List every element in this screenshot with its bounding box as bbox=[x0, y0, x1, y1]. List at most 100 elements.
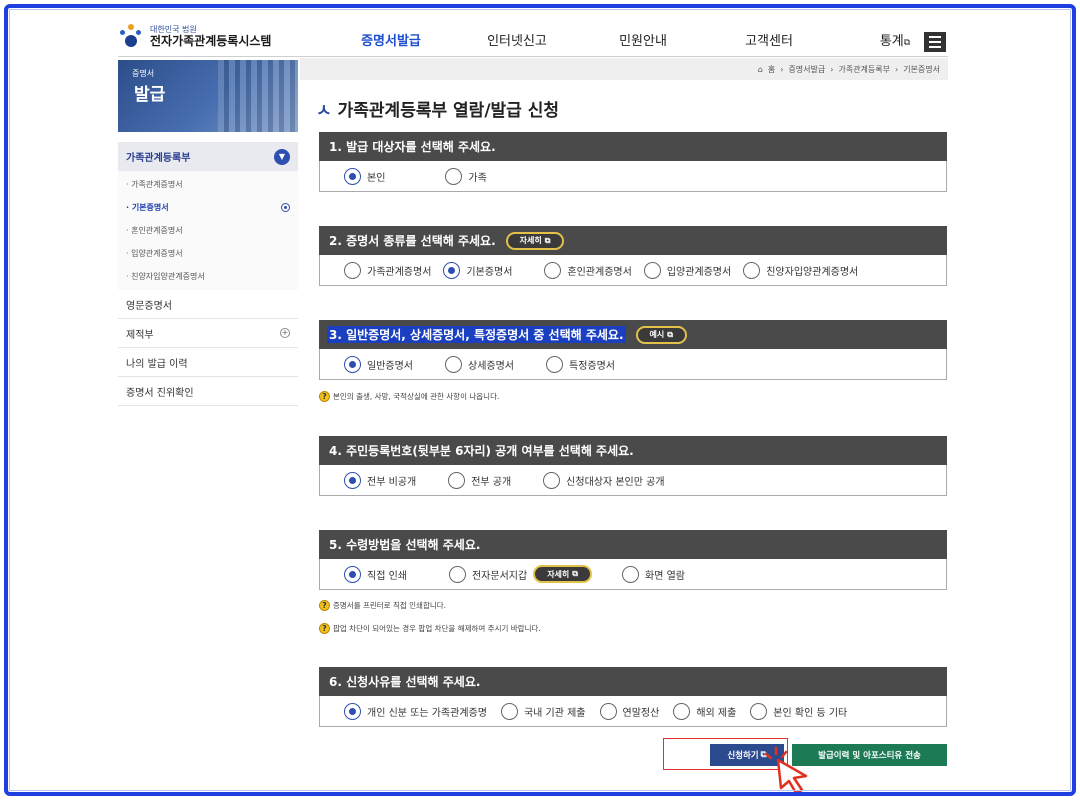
nav-certificate-issue[interactable]: 증명서발급 bbox=[328, 30, 454, 49]
radio-all-public[interactable]: 전부 공개 bbox=[448, 471, 511, 489]
breadcrumb-home[interactable]: 홈 bbox=[768, 64, 775, 75]
section-options: 개인 신분 또는 가족관계증명 국내 기관 제출 연말정산 해외 제출 본인 확… bbox=[319, 696, 947, 727]
e-wallet-detail-button[interactable]: 자세히 ⧉ bbox=[533, 565, 592, 583]
hint-note: ? 본인의 출생, 사망, 국적상실에 관한 사항이 나옵니다. bbox=[319, 391, 499, 402]
radio-e-wallet[interactable]: 전자문서지갑 bbox=[448, 565, 527, 583]
sidebar-menu: 가족관계등록부 ▼ · 가족관계증명서 · 기본증명서 · 혼인관계증명서 · … bbox=[118, 142, 298, 406]
radio-self[interactable]: 본인 bbox=[344, 167, 385, 185]
header-divider bbox=[118, 56, 948, 57]
pointer-cursor-icon bbox=[764, 746, 808, 794]
sidebar-item-removed-register[interactable]: 제적부 + bbox=[118, 319, 298, 348]
radio-reason-other[interactable]: 본인 확인 등 기타 bbox=[750, 702, 847, 720]
external-link-icon: ⧉ bbox=[903, 38, 911, 48]
question-icon: ? bbox=[319, 600, 330, 611]
main-nav: 증명서발급 인터넷신고 민원안내 고객센터 통계⧉ bbox=[328, 30, 958, 49]
sidebar-category-family-register[interactable]: 가족관계등록부 ▼ bbox=[118, 142, 298, 171]
section-cert-detail: 3. 일반증명서, 상세증명서, 특정증명서 중 선택해 주세요. 예시 ⧉ 일반… bbox=[319, 320, 947, 380]
radio-family-cert[interactable]: 가족관계증명서 bbox=[344, 261, 431, 279]
radio-unchecked-icon[interactable] bbox=[445, 167, 463, 185]
section-options: 전부 비공개 전부 공개 신청대상자 본인만 공개 bbox=[319, 465, 947, 496]
section-options: 가족관계증명서 기본증명서 혼인관계증명서 입양관계증명서 친양자입양관계증명서 bbox=[319, 255, 947, 286]
page-title: ㅅ 가족관계등록부 열람/발급 신청 bbox=[316, 96, 559, 121]
chevron-down-icon: ▼ bbox=[274, 148, 290, 165]
plus-icon: + bbox=[280, 328, 290, 338]
hint-note-popup: ? 팝업 차단이 되어있는 경우 팝업 차단을 해제하여 주시기 바랍니다. bbox=[319, 623, 541, 634]
sidebar-submenu: · 가족관계증명서 · 기본증명서 · 혼인관계증명서 · 입양관계증명서 · … bbox=[118, 171, 298, 290]
radio-family[interactable]: 가족 bbox=[445, 167, 487, 185]
breadcrumb-current: 기본증명서 bbox=[903, 64, 940, 74]
radio-reason-tax[interactable]: 연말정산 bbox=[599, 702, 659, 720]
section-options: 직접 인쇄 전자문서지갑 자세히 ⧉ 화면 열람 bbox=[319, 559, 947, 590]
radio-marriage-cert[interactable]: 혼인관계증명서 bbox=[544, 261, 632, 279]
breadcrumb: ⌂ 홈 › 증명서발급 › 가족관계등록부 › 기본증명서 bbox=[300, 58, 948, 80]
section-header: 5. 수령방법을 선택해 주세요. bbox=[319, 530, 947, 559]
radio-direct-print[interactable]: 직접 인쇄 bbox=[344, 565, 407, 583]
section-receive-method: 5. 수령방법을 선택해 주세요. 직접 인쇄 전자문서지갑 자세히 ⧉ 화면 열… bbox=[319, 530, 947, 590]
external-link-icon: ⧉ bbox=[667, 329, 673, 339]
sidebar-sub-marriage-cert[interactable]: · 혼인관계증명서 bbox=[118, 219, 298, 242]
sidebar-sub-full-adoption-cert[interactable]: · 친양자입양관계증명서 bbox=[118, 265, 298, 288]
section-options: 일반증명서 상세증명서 특정증명서 bbox=[319, 349, 947, 380]
radio-reason-domestic[interactable]: 국내 기관 제출 bbox=[500, 702, 586, 720]
radio-self-public[interactable]: 신청대상자 본인만 공개 bbox=[543, 471, 665, 489]
radio-specific-cert[interactable]: 특정증명서 bbox=[546, 355, 615, 373]
section-rrn-disclosure: 4. 주민등록번호(뒷부분 6자리) 공개 여부를 선택해 주세요. 전부 비공… bbox=[319, 436, 947, 496]
court-logo-icon bbox=[118, 24, 144, 50]
radio-reason-identity[interactable]: 개인 신분 또는 가족관계증명 bbox=[344, 702, 487, 720]
site-header: 대한민국 법원 전자가족관계등록시스템 증명서발급 인터넷신고 민원안내 고객센… bbox=[118, 22, 948, 58]
radio-general-cert[interactable]: 일반증명서 bbox=[344, 355, 413, 373]
breadcrumb-register[interactable]: 가족관계등록부 bbox=[838, 64, 890, 75]
external-link-icon: ⧉ bbox=[544, 235, 551, 245]
nav-statistics-label: 통계 bbox=[879, 34, 904, 49]
sidebar-item-verify-cert[interactable]: 증명서 진위확인 bbox=[118, 377, 298, 406]
section-header: 4. 주민등록번호(뒷부분 6자리) 공개 여부를 선택해 주세요. bbox=[319, 436, 947, 465]
nav-customer-center[interactable]: 고객센터 bbox=[706, 30, 832, 49]
sidebar-banner: 증명서 발급 bbox=[118, 60, 298, 132]
question-icon: ? bbox=[319, 391, 330, 402]
home-icon[interactable]: ⌂ bbox=[758, 65, 763, 74]
site-logo[interactable]: 대한민국 법원 전자가족관계등록시스템 bbox=[118, 24, 271, 50]
hamburger-menu-button[interactable] bbox=[924, 32, 946, 52]
radio-full-adoption-cert[interactable]: 친양자입양관계증명서 bbox=[743, 261, 858, 279]
breadcrumb-issue[interactable]: 증명서발급 bbox=[788, 64, 825, 75]
radio-basic-cert[interactable]: 기본증명서 bbox=[443, 261, 512, 279]
sidebar-category-label: 가족관계등록부 bbox=[126, 153, 191, 164]
sidebar-item-my-history[interactable]: 나의 발급 이력 bbox=[118, 348, 298, 377]
hamburger-icon bbox=[929, 36, 941, 38]
sidebar-sub-family-cert[interactable]: · 가족관계증명서 bbox=[118, 173, 298, 196]
selected-dot-icon bbox=[281, 203, 290, 212]
nav-internet-report[interactable]: 인터넷신고 bbox=[454, 30, 580, 49]
section-options: 본인 가족 bbox=[319, 161, 947, 192]
breadcrumb-separator-icon: › bbox=[894, 64, 899, 74]
hint-note-print: ? 증명서를 프린터로 직접 인쇄합니다. bbox=[319, 600, 446, 611]
question-icon: ? bbox=[319, 623, 330, 634]
title-marker-icon: ㅅ bbox=[316, 101, 332, 121]
banner-title: 발급 bbox=[134, 85, 166, 105]
radio-screen-view[interactable]: 화면 열람 bbox=[622, 565, 685, 583]
bookshelf-image bbox=[218, 60, 298, 132]
nav-civil-guide[interactable]: 민원안내 bbox=[580, 30, 706, 49]
section-header: 2. 증명서 종류를 선택해 주세요. 자세히 ⧉ bbox=[319, 226, 947, 255]
radio-adoption-cert[interactable]: 입양관계증명서 bbox=[643, 261, 731, 279]
section-header: 3. 일반증명서, 상세증명서, 특정증명서 중 선택해 주세요. 예시 ⧉ bbox=[319, 320, 947, 349]
sidebar-sub-basic-cert[interactable]: · 기본증명서 bbox=[118, 196, 298, 219]
detail-button[interactable]: 자세히 ⧉ bbox=[505, 231, 565, 250]
sidebar-sub-adoption-cert[interactable]: · 입양관계증명서 bbox=[118, 242, 298, 265]
breadcrumb-separator-icon: › bbox=[830, 64, 834, 74]
external-link-icon: ⧉ bbox=[572, 569, 578, 578]
section-header: 1. 발급 대상자를 선택해 주세요. bbox=[319, 132, 947, 161]
radio-detailed-cert[interactable]: 상세증명서 bbox=[445, 355, 514, 373]
section-cert-type: 2. 증명서 종류를 선택해 주세요. 자세히 ⧉ 가족관계증명서 기본증명서 혼… bbox=[319, 226, 947, 286]
section-reason: 6. 신청사유를 선택해 주세요. 개인 신분 또는 가족관계증명 국내 기관 … bbox=[319, 667, 947, 727]
breadcrumb-separator-icon: › bbox=[780, 64, 784, 74]
page-title-text: 가족관계등록부 열람/발급 신청 bbox=[337, 101, 560, 121]
logo-title: 전자가족관계등록시스템 bbox=[150, 33, 272, 48]
radio-reason-abroad[interactable]: 해외 제출 bbox=[673, 702, 736, 720]
banner-small-text: 증명서 bbox=[132, 69, 155, 78]
section-header: 6. 신청사유를 선택해 주세요. bbox=[319, 667, 947, 696]
sidebar-item-english-cert[interactable]: 영문증명서 bbox=[118, 290, 298, 319]
section-target: 1. 발급 대상자를 선택해 주세요. 본인 가족 bbox=[319, 132, 947, 192]
radio-checked-icon[interactable] bbox=[344, 167, 361, 185]
example-button[interactable]: 예시 ⧉ bbox=[635, 325, 687, 344]
radio-all-private[interactable]: 전부 비공개 bbox=[344, 471, 416, 489]
